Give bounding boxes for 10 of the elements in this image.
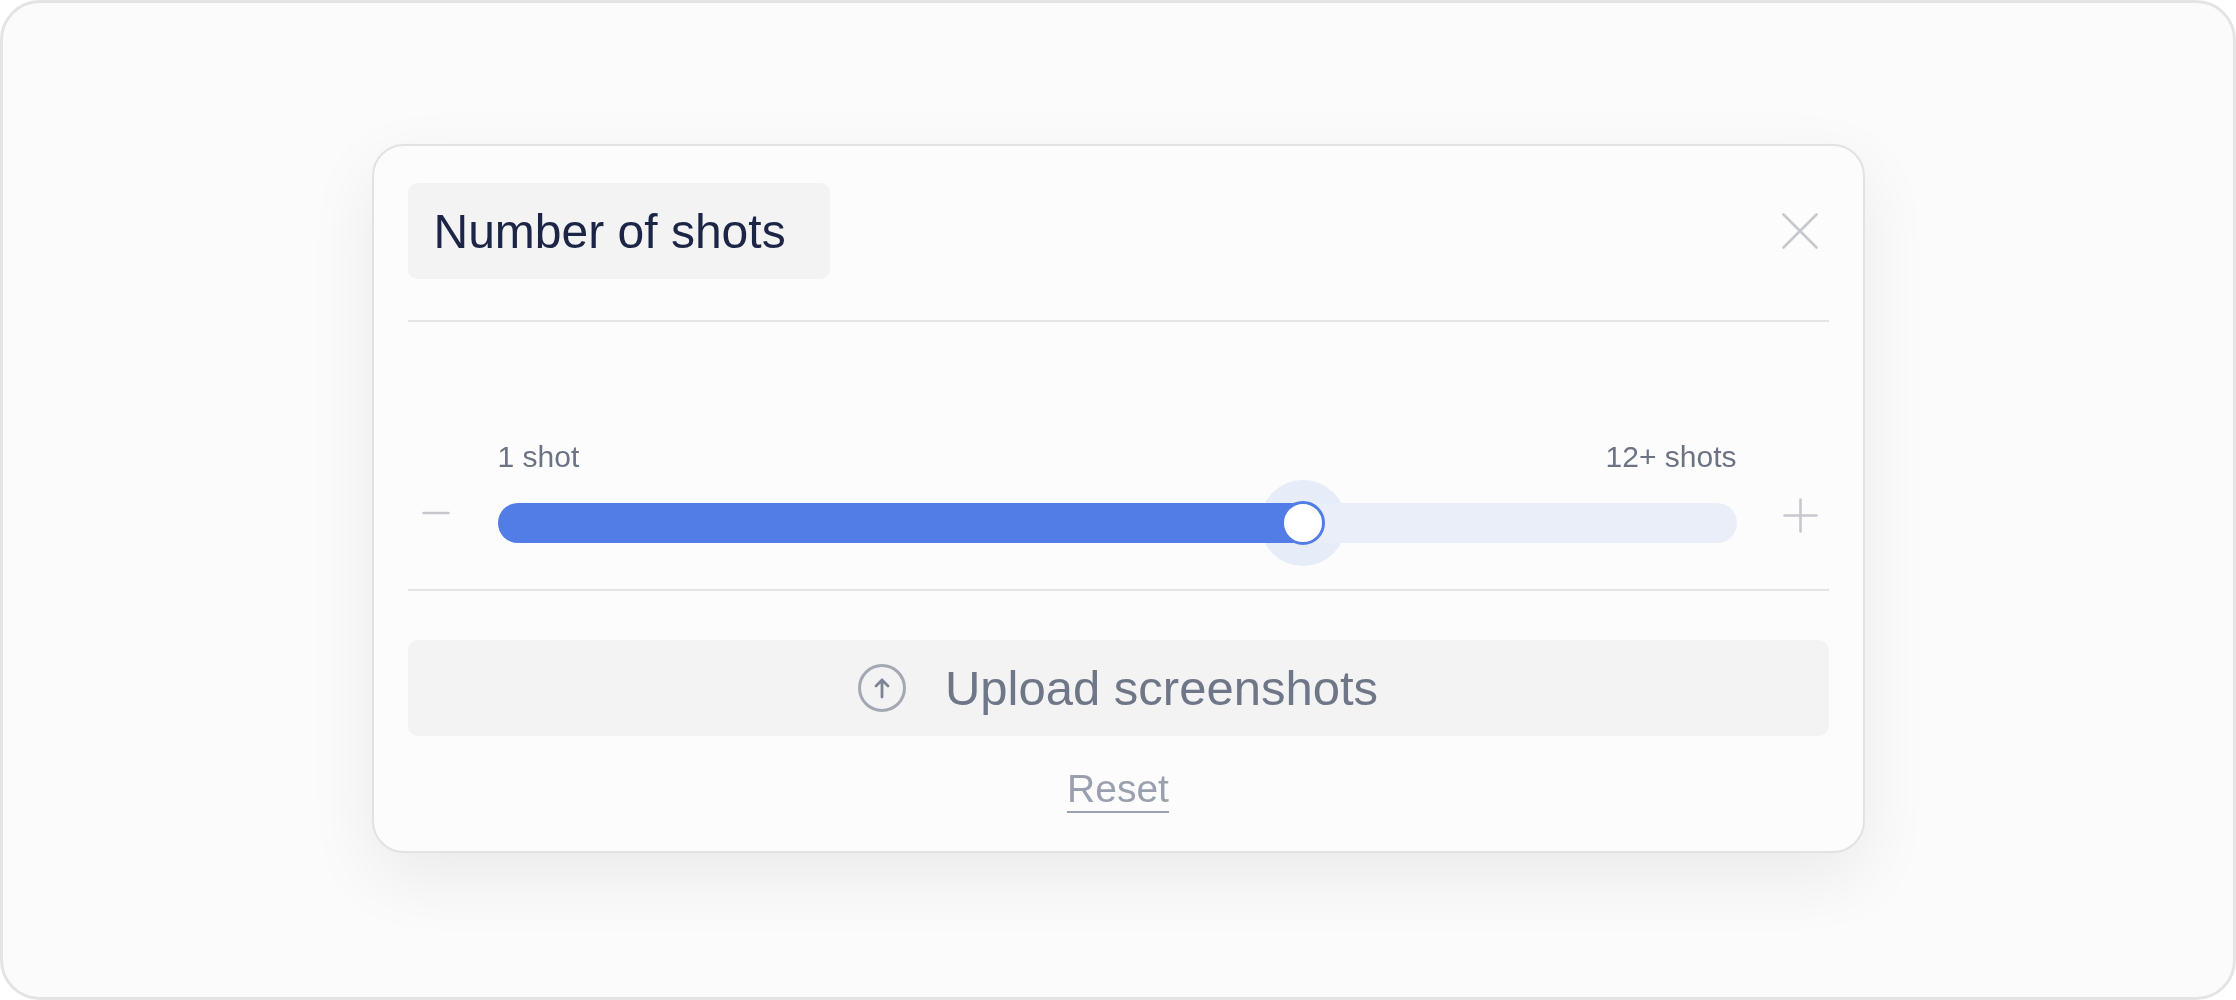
slider-track[interactable] bbox=[497, 480, 1737, 566]
plus-icon[interactable] bbox=[1782, 497, 1818, 533]
reset-link[interactable]: Reset bbox=[1067, 766, 1169, 812]
dialog-title: Number of shots bbox=[407, 183, 830, 279]
slider-max-label: 12+ shots bbox=[1605, 439, 1737, 475]
arrow-up-circle-icon bbox=[857, 664, 906, 712]
upload-button[interactable]: Upload screenshots bbox=[407, 640, 1829, 736]
minus-icon[interactable] bbox=[421, 511, 450, 515]
slider-min-label: 1 shot bbox=[497, 439, 580, 475]
close-icon[interactable] bbox=[1781, 213, 1818, 249]
